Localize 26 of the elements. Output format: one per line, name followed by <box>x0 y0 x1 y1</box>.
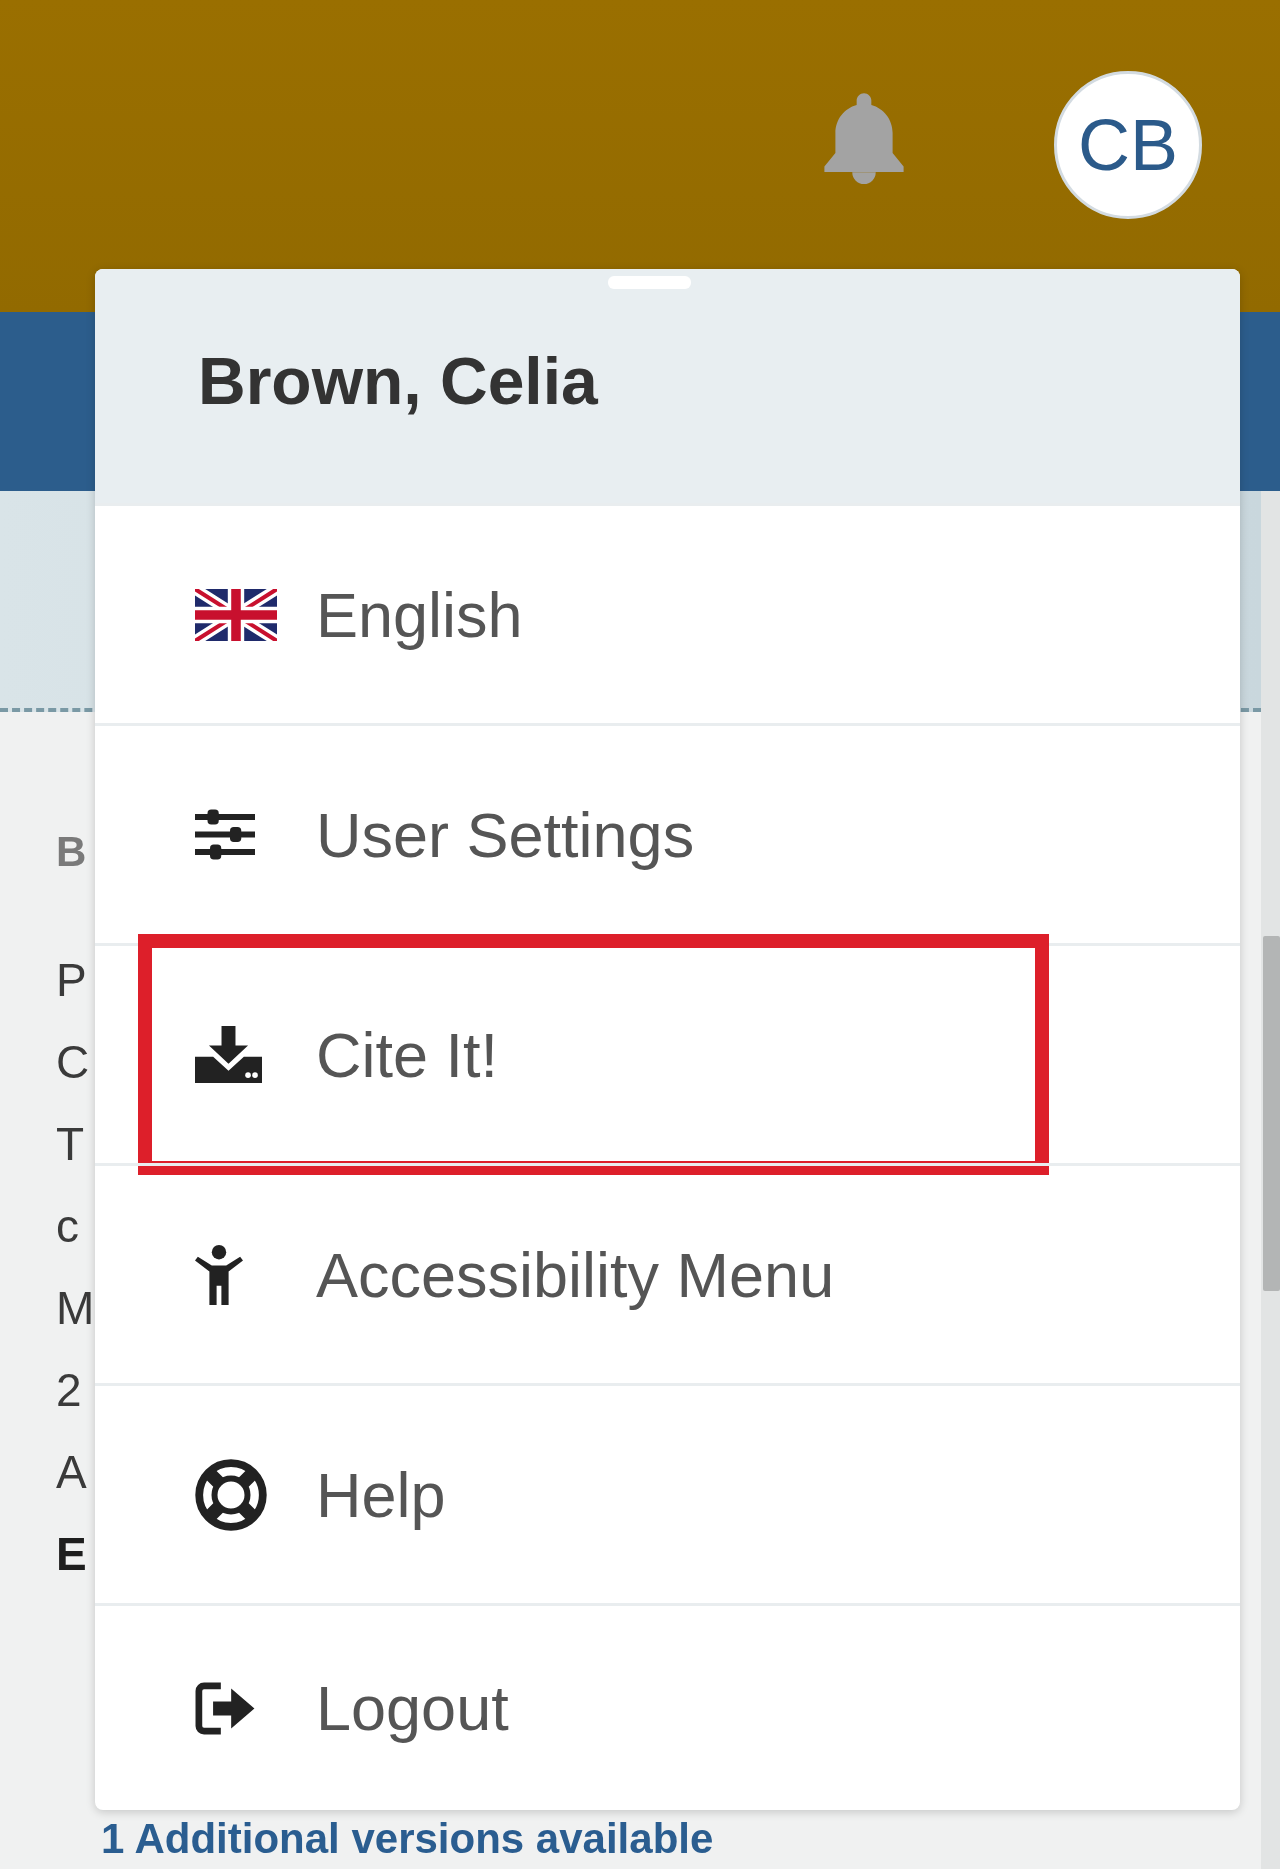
lifebuoy-icon <box>195 1458 267 1531</box>
text-line: T <box>56 1117 85 1172</box>
scrollbar-track[interactable] <box>1261 491 1280 1869</box>
versions-link[interactable]: 1 Additional versions available <box>101 1815 714 1863</box>
logout-icon <box>195 1681 257 1735</box>
text-line: P <box>56 953 87 1008</box>
menu-item[interactable]: Cite It! <box>195 1016 499 1093</box>
menu-item[interactable]: User Settings <box>195 796 695 873</box>
text-line: c <box>56 1199 79 1254</box>
menu-item[interactable]: Accessibility Menu <box>195 1236 835 1313</box>
accessibility-icon <box>195 1244 243 1305</box>
section-label: B <box>56 827 87 877</box>
text-line: C <box>56 1035 90 1090</box>
menu-item[interactable]: Logout <box>195 1670 509 1746</box>
menu-item[interactable]: English <box>195 576 523 653</box>
text-line: A <box>56 1445 87 1500</box>
scrollbar-thumb[interactable] <box>1263 936 1280 1291</box>
flag-icon <box>195 588 277 641</box>
text-line: E <box>56 1527 87 1582</box>
sliders-icon <box>195 808 255 861</box>
avatar-button[interactable]: CB <box>1054 71 1202 219</box>
text-line: M <box>56 1281 95 1336</box>
text-line: 2 <box>56 1363 82 1418</box>
user-name: Brown, Celia <box>198 343 598 419</box>
download-icon <box>195 1026 262 1083</box>
menu-item[interactable]: Help <box>195 1456 446 1533</box>
